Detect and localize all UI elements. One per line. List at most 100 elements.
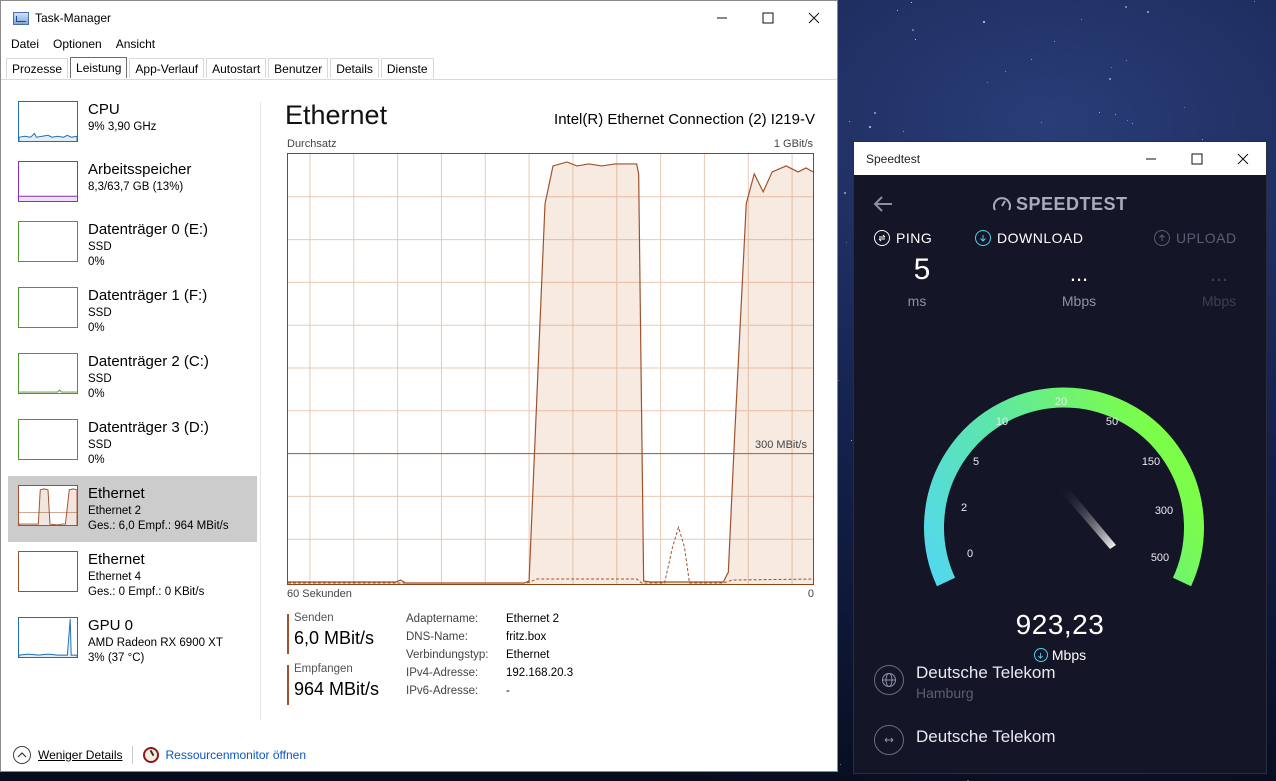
ping-unit: ms: [907, 293, 927, 309]
graph-time-label: 60 Sekunden: [287, 588, 352, 600]
menu-optionen[interactable]: Optionen: [53, 37, 102, 51]
receive-area: [288, 161, 813, 584]
star: [850, 440, 852, 442]
disk-thumbnail-graph: [18, 287, 78, 328]
download-icon: [975, 230, 991, 246]
sidebar-item-detail: SSD 0%: [88, 373, 112, 400]
disk-thumbnail-graph: [18, 221, 78, 262]
receive-value: 964 MBit/s: [294, 679, 380, 699]
close-button[interactable]: [791, 1, 837, 35]
star: [1109, 77, 1112, 80]
star: [838, 380, 840, 382]
sidebar-item-disk-3[interactable]: Datenträger 3 (D:) SSD 0%: [8, 410, 257, 476]
star: [911, 29, 914, 32]
resource-monitor-link[interactable]: Ressourcenmonitor öffnen: [165, 748, 306, 762]
back-arrow-icon[interactable]: [872, 193, 894, 215]
star: [903, 130, 905, 132]
sidebar-item-detail: SSD 0%: [88, 241, 112, 268]
sidebar-item-detail: 8,3/63,7 GB (13%): [88, 181, 184, 193]
star: [1040, 122, 1042, 124]
upload-header: UPLOAD: [1154, 230, 1237, 246]
tab-autostart[interactable]: Autostart: [206, 58, 267, 78]
tab-prozesse[interactable]: Prozesse: [6, 58, 69, 78]
sidebar-item-name: Datenträger 1 (F:): [88, 287, 208, 304]
speedtest-title-bar[interactable]: Speedtest: [854, 142, 1266, 175]
ping-header: PING: [874, 230, 932, 246]
property-row: DNS-Name: fritz.box: [406, 631, 547, 643]
sidebar-item-disk-1[interactable]: Datenträger 1 (F:) SSD 0%: [8, 278, 257, 344]
sidebar-item-detail: SSD 0%: [88, 439, 112, 466]
isp-location: Hamburg: [916, 685, 974, 701]
download-value: ...: [1069, 261, 1089, 286]
maximize-icon: [762, 12, 774, 24]
performance-panel: CPU 9% 3,90 GHz Arbeitsspeicher 8,3/63,7…: [1, 79, 837, 737]
speed-gauge: 0 2 5 10 20 50 150 300 500: [914, 355, 1214, 625]
sidebar-item-cpu[interactable]: CPU 9% 3,90 GHz: [8, 92, 257, 158]
panel-divider: [260, 102, 261, 720]
sidebar-item-gpu[interactable]: GPU 0 AMD Radeon RX 6900 XT 3% (37 °C): [8, 608, 257, 674]
property-row: Adaptername: Ethernet 2: [406, 613, 560, 625]
menu-ansicht[interactable]: Ansicht: [116, 37, 155, 51]
sidebar-item-name: Ethernet: [88, 551, 145, 568]
star: [839, 764, 841, 766]
graph-max-label: 1 GBit/s: [773, 138, 813, 150]
gauge-tick: 50: [1106, 416, 1118, 428]
speedtest-content: SPEEDTEST PING DOWNLOAD UPLOAD 5 ms ... …: [854, 175, 1266, 773]
send-indicator: [287, 614, 289, 654]
graph-label: Durchsatz: [287, 138, 337, 150]
sidebar-item-name: CPU: [88, 101, 120, 118]
star: [915, 39, 917, 41]
star: [848, 120, 850, 122]
isp-name: Deutsche Telekom: [916, 663, 1056, 682]
speedometer-logo-icon: [993, 196, 1011, 210]
footer-divider: [132, 746, 134, 764]
sidebar-item-name: Datenträger 3 (D:): [88, 419, 209, 436]
tab-app-verlauf[interactable]: App-Verlauf: [129, 58, 205, 78]
gauge-tick: 5: [973, 456, 979, 468]
globe-icon: [874, 665, 904, 695]
download-header: DOWNLOAD: [975, 230, 1083, 246]
sidebar-item-memory[interactable]: Arbeitsspeicher 8,3/63,7 GB (13%): [8, 152, 257, 218]
sidebar-item-ethernet-2[interactable]: Ethernet Ethernet 2 Ges.: 6,0 Empf.: 964 …: [8, 476, 257, 542]
title-bar[interactable]: Task-Manager: [1, 1, 837, 35]
ping-icon: [874, 230, 890, 246]
gauge-tick: 10: [996, 416, 1008, 428]
minimize-button[interactable]: [1128, 142, 1174, 175]
close-button[interactable]: [1220, 142, 1266, 175]
ethernet-thumbnail-graph: [18, 485, 78, 526]
star: [1030, 58, 1032, 60]
gauge-tick: 300: [1155, 505, 1173, 517]
server-info[interactable]: Deutsche Telekom: [874, 723, 1056, 755]
sidebar-item-detail: AMD Radeon RX 6900 XT 3% (37 °C): [88, 637, 223, 664]
star: [911, 2, 913, 4]
star: [1254, 1, 1256, 3]
star: [868, 126, 871, 129]
cpu-thumbnail-graph: [18, 101, 78, 142]
menu-datei[interactable]: Datei: [11, 37, 39, 51]
tab-dienste[interactable]: Dienste: [380, 58, 434, 78]
tab-leistung[interactable]: Leistung: [70, 57, 128, 78]
ping-value: 5: [913, 253, 931, 286]
maximize-button[interactable]: [1174, 142, 1220, 175]
download-unit: Mbps: [1061, 293, 1097, 309]
fewer-details-link[interactable]: Weniger Details: [38, 748, 122, 762]
server-icon: [874, 725, 904, 755]
maximize-button[interactable]: [745, 1, 791, 35]
sidebar-item-disk-2[interactable]: Datenträger 2 (C:) SSD 0%: [8, 344, 257, 410]
chevron-up-icon[interactable]: [13, 746, 31, 764]
minimize-button[interactable]: [699, 1, 745, 35]
gauge-needle: [1060, 485, 1116, 549]
isp-info: Deutsche Telekom Hamburg: [874, 663, 1056, 701]
graph-scale-label: 300 MBit/s: [755, 439, 807, 451]
ethernet-thumbnail-graph: [18, 551, 78, 592]
sidebar-item-ethernet-4[interactable]: Ethernet Ethernet 4 Ges.: 0 Empf.: 0 KBit…: [8, 542, 257, 608]
tab-benutzer[interactable]: Benutzer: [268, 58, 329, 78]
sidebar-item-detail: SSD 0%: [88, 307, 112, 334]
sidebar-item-name: GPU 0: [88, 617, 134, 634]
disk-thumbnail-graph: [18, 353, 78, 394]
sidebar-item-disk-0[interactable]: Datenträger 0 (E:) SSD 0%: [8, 212, 257, 278]
tab-details[interactable]: Details: [330, 58, 379, 78]
minimize-icon: [1146, 158, 1156, 159]
star: [1124, 6, 1127, 9]
close-icon: [808, 12, 820, 24]
